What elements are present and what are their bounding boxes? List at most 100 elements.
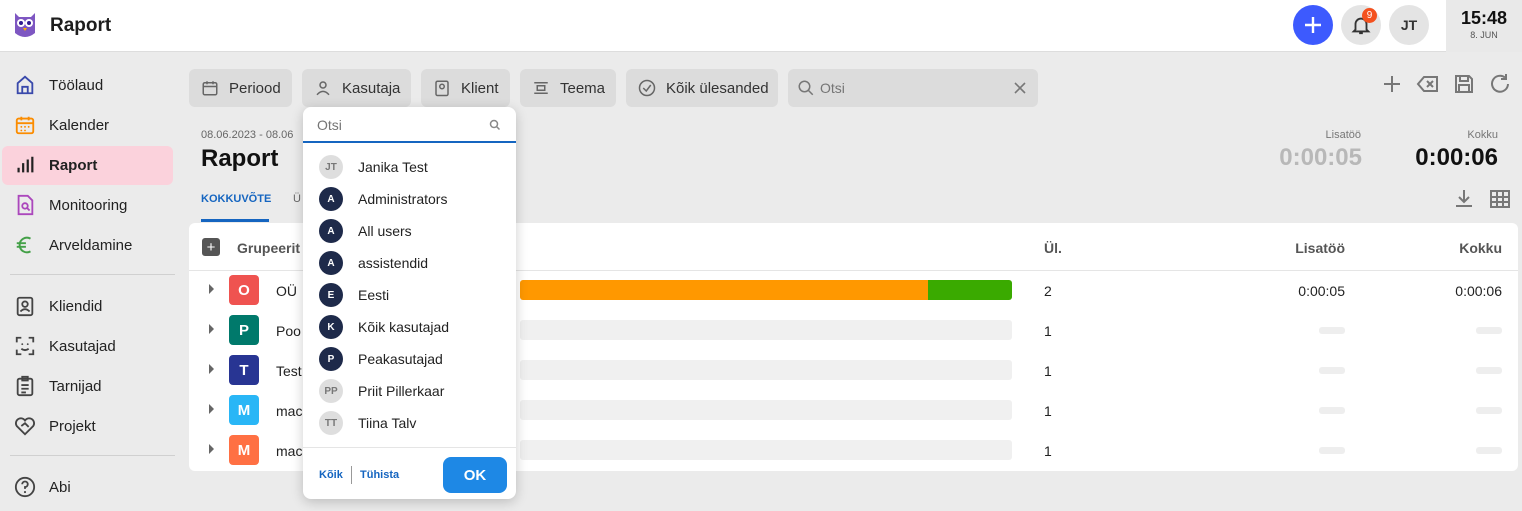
row-progress-bar — [520, 440, 1012, 460]
sidebar-item-projekt[interactable]: Projekt — [2, 407, 173, 446]
option-avatar: P — [319, 347, 343, 371]
refresh-icon[interactable] — [1488, 72, 1512, 96]
tab-other[interactable]: Ü — [293, 193, 301, 205]
klient-filter-button[interactable]: Klient — [421, 69, 510, 107]
kasutaja-label: Kasutaja — [342, 79, 401, 97]
teema-filter-button[interactable]: Teema — [520, 69, 616, 107]
option-label: assistendid — [358, 255, 429, 271]
expand-caret-icon[interactable] — [209, 364, 214, 374]
sidebar-item-label: Projekt — [49, 418, 96, 435]
kasutaja-filter-button[interactable]: Kasutaja — [302, 69, 411, 107]
row-kokku-placeholder — [1476, 447, 1502, 454]
dropdown-option[interactable]: K Kõik kasutajad — [303, 311, 516, 343]
dropdown-search-input[interactable] — [317, 116, 477, 134]
row-kokku-placeholder — [1476, 327, 1502, 334]
tab-kokkuvote[interactable]: KOKKUVÕTE — [201, 193, 271, 205]
sidebar-divider — [10, 455, 175, 456]
row-name: Poo — [276, 323, 301, 339]
row-count: 2 — [1044, 283, 1052, 299]
dropdown-option[interactable]: A Administrators — [303, 183, 516, 215]
notification-badge: 9 — [1362, 8, 1377, 23]
dropdown-option[interactable]: TT Tiina Talv — [303, 407, 516, 439]
row-name: mac — [276, 443, 303, 459]
sidebar-item-tarnijad[interactable]: Tarnijad — [2, 367, 173, 406]
row-name: OÜ — [276, 283, 297, 299]
row-avatar: M — [229, 395, 259, 425]
dropdown-option[interactable]: JT Janika Test — [303, 151, 516, 183]
dropdown-option[interactable]: Aassistendid — [303, 247, 516, 279]
row-lisatoo-placeholder — [1319, 327, 1345, 334]
expand-caret-icon[interactable] — [209, 444, 214, 454]
sidebar-item-abi[interactable]: Abi — [2, 468, 173, 507]
clear-link[interactable]: Tühista — [360, 469, 399, 481]
option-avatar: K — [319, 315, 343, 339]
sidebar-item-kasutajad[interactable]: Kasutajad — [2, 327, 173, 366]
dropdown-option[interactable]: PP Priit Pillerkaar — [303, 375, 516, 407]
dropdown-option[interactable]: P Peakasutajad — [303, 343, 516, 375]
row-lisatoo-placeholder — [1319, 407, 1345, 414]
sidebar-item-label: Tarnijad — [49, 378, 102, 395]
check-circle-icon — [638, 79, 656, 97]
plus-icon — [1305, 17, 1321, 33]
row-kokku-placeholder — [1476, 367, 1502, 374]
add-icon[interactable] — [1380, 72, 1404, 96]
search-box — [788, 69, 1038, 107]
topic-icon — [534, 82, 548, 94]
monitor-doc-icon — [17, 194, 34, 216]
owl-logo-icon[interactable] — [12, 9, 38, 41]
periood-filter-button[interactable]: Periood — [189, 69, 292, 107]
sidebar-item-raport[interactable]: Raport — [2, 146, 173, 185]
sidebar-item-label: Kasutajad — [49, 338, 116, 355]
search-input[interactable] — [820, 78, 1000, 98]
option-avatar: JT — [319, 155, 343, 179]
add-button[interactable] — [1293, 5, 1333, 45]
col-kokku-header[interactable]: Kokku — [1402, 240, 1502, 256]
add-grouping-icon[interactable]: + — [202, 238, 220, 256]
row-avatar: P — [229, 315, 259, 345]
row-count: 1 — [1044, 363, 1052, 379]
row-avatar: O — [229, 275, 259, 305]
expand-caret-icon[interactable] — [209, 284, 214, 294]
euro-icon — [16, 236, 31, 254]
row-count: 1 — [1044, 403, 1052, 419]
footer-separator — [351, 466, 352, 484]
clock: 15:48 8. JUN — [1446, 0, 1522, 52]
user-icon — [316, 81, 330, 96]
sidebar: Töölaud Kalender Raport Monitooring Arve… — [0, 52, 188, 511]
select-all-link[interactable]: Kõik — [319, 469, 343, 481]
save-icon[interactable] — [1452, 72, 1476, 96]
sidebar-item-kalender[interactable]: Kalender — [2, 106, 173, 145]
sidebar-item-kliendid[interactable]: Kliendid — [2, 287, 173, 326]
row-avatar: M — [229, 435, 259, 465]
download-icon[interactable] — [1452, 187, 1476, 211]
sidebar-item-monitooring[interactable]: Monitooring — [2, 186, 173, 225]
row-kokku-placeholder — [1476, 407, 1502, 414]
dropdown-search — [303, 107, 516, 143]
col-lisatoo-header[interactable]: Lisatöö — [1245, 240, 1345, 256]
sidebar-item-label: Kliendid — [49, 298, 103, 315]
user-avatar[interactable]: JT — [1389, 5, 1429, 45]
sidebar-item-toolaud[interactable]: Töölaud — [2, 66, 173, 105]
top-bar: Raport 9 JT 15:48 8. JUN — [0, 0, 1522, 52]
ulesanded-filter-button[interactable]: Kõik ülesanded — [626, 69, 778, 107]
col-ul-header[interactable]: Ül. — [1044, 240, 1062, 256]
row-name: Test — [276, 363, 302, 379]
clipboard-icon — [16, 375, 34, 397]
ok-button[interactable]: OK — [443, 457, 507, 493]
backspace-icon[interactable] — [1416, 72, 1440, 96]
row-count: 1 — [1044, 323, 1052, 339]
dropdown-footer: Kõik Tühista OK — [303, 447, 516, 499]
dropdown-option[interactable]: E Eesti — [303, 279, 516, 311]
clear-icon[interactable] — [1014, 82, 1026, 94]
table-view-icon[interactable] — [1488, 187, 1512, 211]
dropdown-option[interactable]: A All users — [303, 215, 516, 247]
row-count: 1 — [1044, 443, 1052, 459]
notifications-button[interactable]: 9 — [1341, 5, 1381, 45]
expand-caret-icon[interactable] — [209, 324, 214, 334]
ulesanded-label: Kõik ülesanded — [666, 79, 769, 97]
group-header[interactable]: Grupeerit — [237, 240, 300, 256]
option-label: Tiina Talv — [358, 415, 417, 431]
sidebar-item-arveldamine[interactable]: Arveldamine — [2, 226, 173, 265]
calendar-icon — [15, 116, 35, 135]
expand-caret-icon[interactable] — [209, 404, 214, 414]
